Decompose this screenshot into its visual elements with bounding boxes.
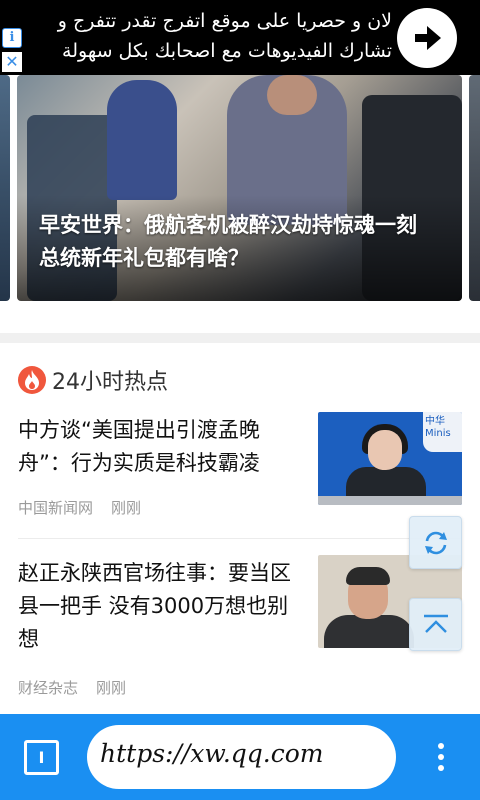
news-title[interactable]: 中方谈“美国提出引渡孟晚舟”：行为实质是科技霸凌 bbox=[18, 414, 306, 480]
news-title[interactable]: 赵正永陕西官场往事：要当区县一把手 没有3000万想也别想 bbox=[18, 557, 306, 656]
photo-shape bbox=[368, 430, 402, 470]
address-bar[interactable]: https://xw.qq.com bbox=[87, 725, 396, 789]
back-to-top-icon bbox=[424, 614, 448, 633]
news-time: 刚刚 bbox=[111, 499, 142, 517]
refresh-button[interactable] bbox=[409, 516, 462, 569]
refresh-icon bbox=[425, 531, 447, 555]
browser-bottom-bar: I https://xw.qq.com bbox=[0, 714, 480, 800]
news-meta: 中国新闻网 刚刚 bbox=[18, 497, 141, 518]
url-text[interactable]: https://xw.qq.com bbox=[100, 739, 390, 768]
photo-shape bbox=[324, 615, 414, 648]
slide-title: 早安世界：俄航客机被醉汉劫持惊魂一刻 总统新年礼包都有啥？ bbox=[39, 213, 417, 270]
ad-arrow-button[interactable] bbox=[397, 8, 457, 68]
carousel-slide[interactable]: 早安世界：俄航客机被醉汉劫持惊魂一刻 总统新年礼包都有啥？ bbox=[17, 75, 462, 301]
news-source: 财经杂志 bbox=[18, 679, 79, 697]
arrow-right-icon bbox=[415, 26, 441, 50]
news-time: 刚刚 bbox=[96, 679, 127, 697]
news-thumbnail[interactable]: 中华 Minis bbox=[318, 412, 462, 505]
more-vertical-icon[interactable] bbox=[434, 743, 448, 771]
section-divider bbox=[0, 333, 480, 343]
tabs-button[interactable]: I bbox=[24, 740, 59, 775]
back-to-top-button[interactable] bbox=[409, 598, 462, 651]
ad-text[interactable]: لان و حصريا على موقع اتفرج تقدر تتفرج و … bbox=[28, 6, 392, 66]
news-separator bbox=[18, 538, 462, 539]
ad-banner[interactable]: i ✕ لان و حصريا على موقع اتفرج تقدر تتفر… bbox=[0, 0, 480, 75]
fire-icon bbox=[18, 366, 46, 394]
thumbnail-sign: 中华 Minis bbox=[423, 412, 462, 452]
photo-shape bbox=[346, 567, 390, 585]
carousel-prev-slide[interactable] bbox=[0, 75, 10, 301]
photo-shape bbox=[318, 496, 462, 505]
news-source: 中国新闻网 bbox=[18, 499, 94, 517]
ad-line-2: تشارك الفيديوهات مع اصحابك بكل سهولة bbox=[62, 40, 392, 62]
carousel-next-slide[interactable] bbox=[469, 75, 480, 301]
info-icon[interactable]: i bbox=[2, 28, 22, 48]
hot-section-title: 24小时热点 bbox=[52, 370, 168, 395]
ad-line-1: لان و حصريا على موقع اتفرج تقدر تتفرج و bbox=[57, 10, 392, 32]
carousel[interactable]: 早安世界：俄航客机被醉汉劫持惊魂一刻 总统新年礼包都有啥？ bbox=[0, 75, 480, 305]
photo-shape bbox=[107, 80, 177, 200]
photo-shape bbox=[267, 75, 317, 115]
news-meta: 财经杂志 刚刚 bbox=[18, 677, 126, 698]
close-icon[interactable]: ✕ bbox=[2, 52, 22, 72]
